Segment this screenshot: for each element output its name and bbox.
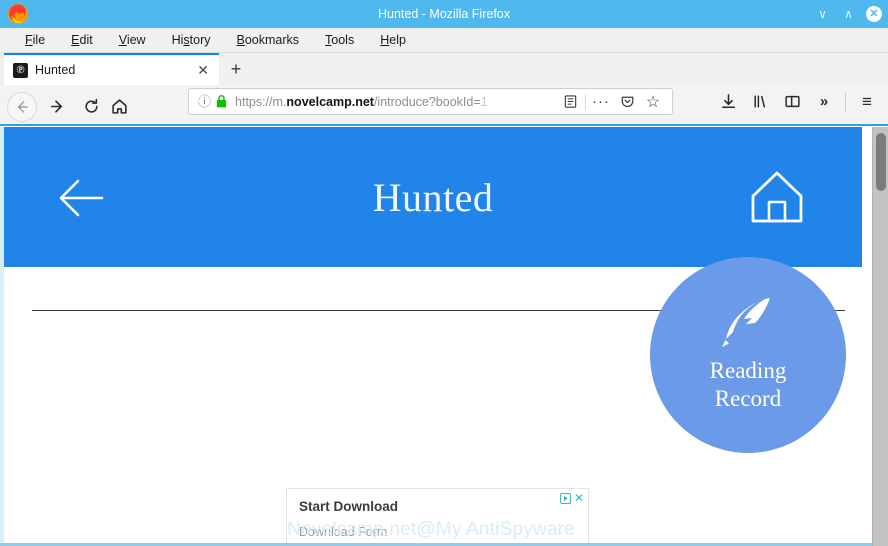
menu-bar: File Edit View History Bookmarks Tools H…: [0, 28, 888, 53]
reading-record-button[interactable]: Reading Record: [650, 257, 846, 453]
title-bar: Hunted - Mozilla Firefox ∨ ∧ ✕: [0, 0, 888, 28]
firefox-browser-window: Hunted - Mozilla Firefox ∨ ∧ ✕ File Edit…: [0, 0, 888, 546]
reload-icon: [84, 98, 98, 113]
tab-strip: ℗ Hunted ✕ +: [0, 53, 888, 86]
tab-favicon-icon: ℗: [13, 62, 28, 78]
address-bar[interactable]: ⓘ https://m.novelcamp.net/introduce?book…: [188, 88, 673, 115]
browser-tab-active[interactable]: ℗ Hunted ✕: [4, 53, 219, 85]
page-info-icon[interactable]: ⓘ: [198, 95, 211, 108]
browser-toolbar-right: » ≡: [713, 88, 882, 115]
sidebar-icon[interactable]: [777, 89, 807, 115]
menu-item-tools[interactable]: Tools: [312, 33, 367, 47]
page-scrollbar[interactable]: [872, 127, 888, 546]
close-window-button[interactable]: ✕: [866, 6, 882, 22]
maximize-button[interactable]: ∧: [840, 6, 857, 23]
app-menu-icon[interactable]: ≡: [852, 89, 882, 115]
back-arrow-icon: [17, 101, 28, 113]
site-home-icon[interactable]: [748, 169, 806, 225]
url-text: https://m.novelcamp.net/introduce?bookId…: [235, 94, 488, 109]
secure-lock-icon: [216, 95, 227, 108]
window-controls: ∨ ∧ ✕: [814, 0, 882, 28]
adchoices-icon[interactable]: [559, 492, 571, 504]
reload-button[interactable]: [79, 94, 103, 118]
page-actions-icon[interactable]: ···: [588, 91, 614, 113]
scrollbar-thumb[interactable]: [876, 133, 886, 191]
forward-arrow-icon: [50, 99, 62, 113]
tab-title: Hunted: [35, 63, 76, 77]
watermark-text: Novelcamp.net@My AntiSpyware: [287, 519, 575, 540]
overflow-chevron-icon[interactable]: »: [809, 89, 839, 115]
reader-view-icon[interactable]: [557, 91, 583, 113]
library-icon[interactable]: [745, 89, 775, 115]
home-icon: [111, 98, 127, 114]
page-content: Hunted Reading Record ✕ Start Download D…: [0, 127, 888, 546]
window-title: Hunted - Mozilla Firefox: [378, 7, 510, 21]
forward-button[interactable]: [45, 94, 69, 118]
toolbar-divider: [845, 91, 846, 112]
feather-quill-icon: [722, 298, 770, 348]
ad-close-icon[interactable]: ✕: [574, 492, 584, 504]
new-tab-button[interactable]: +: [224, 58, 248, 82]
menu-item-help[interactable]: Help: [367, 33, 419, 47]
reading-record-label: Reading Record: [709, 358, 787, 411]
menu-item-file[interactable]: File: [12, 33, 58, 47]
home-button[interactable]: [107, 94, 131, 118]
menu-item-history[interactable]: History: [159, 33, 224, 47]
site-header-bar: Hunted: [4, 127, 862, 267]
ad-headline: Start Download: [299, 499, 399, 514]
bookmark-star-icon[interactable]: ☆: [640, 91, 666, 113]
menu-item-edit[interactable]: Edit: [58, 33, 106, 47]
minimize-button[interactable]: ∨: [814, 6, 831, 23]
downloads-icon[interactable]: [713, 89, 743, 115]
menu-item-bookmarks[interactable]: Bookmarks: [224, 33, 313, 47]
back-button[interactable]: [7, 92, 37, 122]
urlbar-actions: ··· ☆: [557, 91, 666, 113]
urlbar-divider: [585, 93, 586, 110]
pocket-icon[interactable]: [614, 91, 640, 113]
ad-choices-controls: ✕: [559, 492, 584, 504]
page-title: Hunted: [372, 174, 494, 220]
menu-item-view[interactable]: View: [106, 33, 159, 47]
tab-close-icon[interactable]: ✕: [197, 63, 219, 77]
